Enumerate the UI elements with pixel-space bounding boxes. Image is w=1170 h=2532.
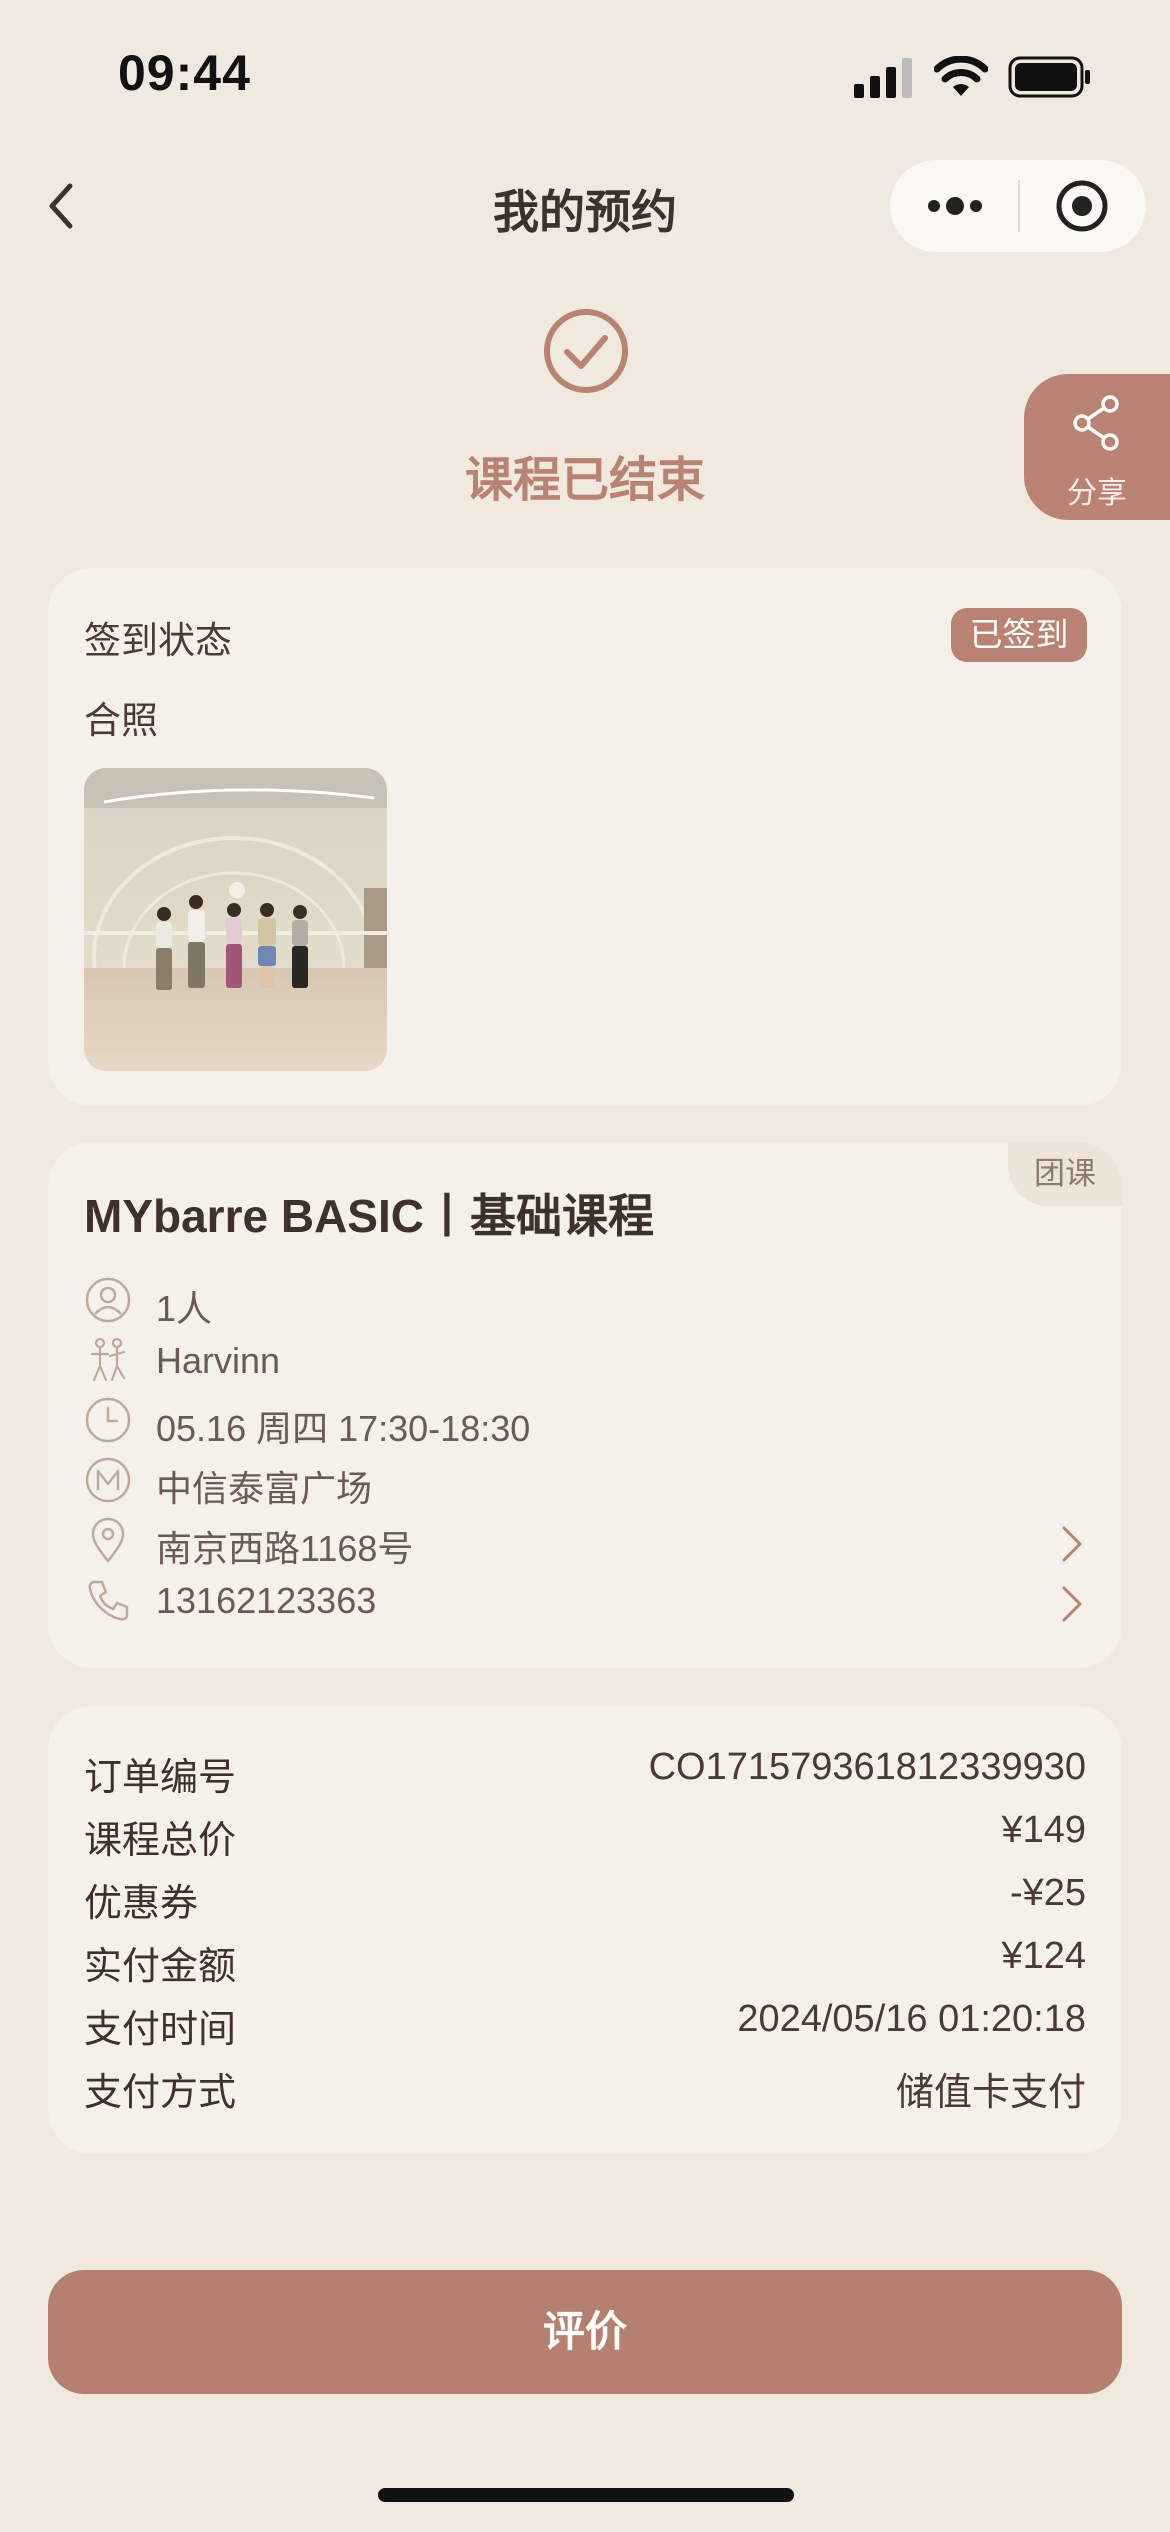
coupon-value: -¥25 [1009,1872,1086,1914]
home-indicator[interactable] [378,2488,794,2502]
order-card: 订单编号 CO171579361812339930 课程总价 ¥149 优惠券 … [48,1706,1122,2154]
location-pin-icon [91,1517,125,1563]
battery-icon [1008,56,1090,98]
class-time: 05.16 周四 17:30-18:30 [156,1408,531,1449]
phone-row[interactable]: 13162123363 [84,1572,1084,1628]
check-circle-icon [544,309,628,393]
order-row-paytime: 支付时间 2024/05/16 01:20:18 [84,1998,1086,2054]
venue-name: 中信泰富广场 [156,1468,373,1509]
brand-logo-icon [85,1457,131,1503]
share-icon [1073,395,1119,451]
address-text: 南京西路1168号 [156,1528,414,1569]
more-icon[interactable] [926,186,984,226]
coach-row: Harvinn [84,1332,1084,1388]
chevron-right-icon [1062,1526,1082,1562]
review-button[interactable]: 评价 [48,2270,1122,2394]
status-time: 09:44 [118,45,251,101]
clock-icon [85,1397,131,1443]
pay-time-value: 2024/05/16 01:20:18 [737,1998,1086,2040]
order-row-method: 支付方式 储值卡支付 [84,2061,1086,2117]
share-button[interactable]: 分享 [1024,374,1170,520]
order-row-paid: 实付金额 ¥124 [84,1935,1086,1991]
capsule-divider [1018,180,1020,232]
person-icon [85,1277,131,1323]
paid-amount-value: ¥124 [1001,1935,1086,1977]
coach-name: Harvinn [156,1340,281,1381]
pay-method-label: 支付方式 [84,2070,237,2114]
checkin-status-label: 签到状态 [84,619,232,662]
venue-row: 中信泰富广场 [84,1452,1084,1509]
time-row: 05.16 周四 17:30-18:30 [84,1392,1084,1449]
order-row-number: 订单编号 CO171579361812339930 [84,1746,1086,1802]
total-price-value: ¥149 [1001,1809,1086,1851]
order-number-value[interactable]: CO171579361812339930 [649,1746,1086,1789]
order-row-coupon: 优惠券 -¥25 [84,1872,1086,1928]
pay-time-label: 支付时间 [84,2007,237,2051]
checkin-card: 签到状态 已签到 合照 [48,568,1122,1106]
signal-icon [854,58,912,98]
course-card: 团课 MYbarre BASIC丨基础课程 1人 Harvinn 05.16 周… [48,1142,1122,1668]
order-row-total: 课程总价 ¥149 [84,1809,1086,1865]
paid-amount-label: 实付金额 [84,1944,237,1988]
address-row[interactable]: 南京西路1168号 [84,1512,1084,1569]
share-label: 分享 [1067,476,1127,511]
group-photo[interactable] [84,768,387,1071]
chevron-right-icon [1062,1586,1082,1622]
phone-number: 13162123363 [156,1580,377,1621]
phone-icon [88,1580,129,1621]
wifi-icon [934,56,988,96]
pay-method-value: 储值卡支付 [895,2072,1086,2114]
group-photo-label: 合照 [84,699,158,742]
mini-program-capsule [890,160,1146,252]
people-row: 1人 [84,1272,1084,1329]
coupon-label: 优惠券 [84,1881,199,1925]
course-title: MYbarre BASIC丨基础课程 [84,1190,654,1242]
status-badge: 已签到 [951,608,1087,662]
people-count: 1人 [156,1288,213,1329]
order-number-label: 订单编号 [84,1755,237,1799]
course-status: 课程已结束 [464,452,705,508]
dancer-icon [90,1337,126,1382]
close-target-icon[interactable] [1054,178,1110,234]
class-type-tag: 团课 [1008,1142,1122,1206]
total-price-label: 课程总价 [84,1818,237,1862]
